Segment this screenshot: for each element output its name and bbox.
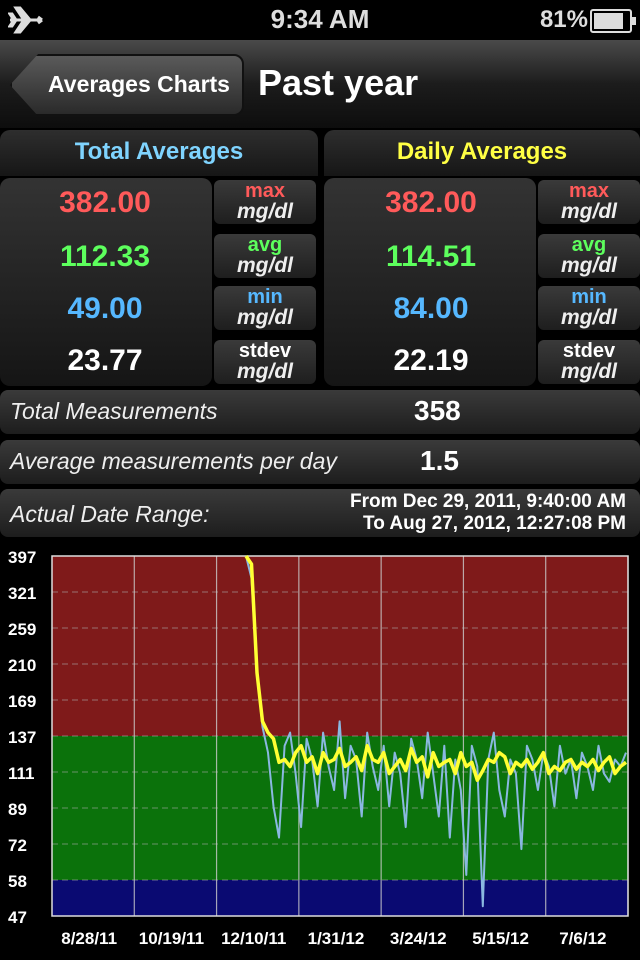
navigation-bar: Averages Charts Past year [0,40,640,129]
y-tick-label: 259 [8,620,36,639]
total-max-unit: max mg/dl [214,180,316,224]
daily-avg-unit: avg mg/dl [538,234,640,278]
x-tick-label: 10/19/11 [139,929,204,948]
date-range-label: Actual Date Range: [10,501,210,527]
x-tick-label: 1/31/12 [308,929,365,948]
y-tick-label: 58 [8,872,27,891]
total-avg-unit: avg mg/dl [214,234,316,278]
avg-per-day-row: Average measurements per day 1.5 [0,440,640,484]
avg-per-day-label: Average measurements per day [10,448,337,474]
y-tick-label: 321 [8,584,36,603]
total-stdev-value: 23.77 [67,344,143,377]
high-zone [52,556,628,736]
daily-averages-header: Daily Averages [324,130,640,176]
y-tick-label: 47 [8,908,27,927]
total-stdev-unit: stdev mg/dl [214,340,316,384]
x-tick-label: 7/6/12 [559,929,606,948]
y-tick-label: 111 [8,764,35,783]
daily-min-value: 84.00 [393,292,469,325]
x-tick-label: 3/24/12 [390,929,447,948]
x-tick-label: 12/10/11 [221,929,286,948]
page-title: Past year [258,62,419,103]
date-to: To Aug 27, 2012, 12:27:08 PM [363,513,626,534]
date-from: From Dec 29, 2011, 9:40:00 AM [350,491,626,512]
daily-stdev-unit: stdev mg/dl [538,340,640,384]
y-tick-label: 89 [8,800,27,819]
y-tick-label: 210 [8,656,36,675]
y-tick-label: 169 [8,692,36,711]
daily-stdev-value: 22.19 [393,344,469,377]
low-zone [52,880,628,916]
y-tick-label: 397 [8,548,36,567]
battery-icon [590,9,636,33]
y-tick-label: 72 [8,836,27,855]
daily-min-unit: min mg/dl [538,286,640,330]
daily-max-unit: max mg/dl [538,180,640,224]
back-button[interactable]: Averages Charts [10,54,244,116]
daily-avg-value: 114.51 [385,240,477,273]
status-bar: 9:34 AM 81% [0,0,640,40]
total-measurements-label: Total Measurements [10,398,218,424]
x-tick-label: 8/28/11 [61,929,117,948]
daily-max-value: 382.00 [385,186,477,219]
y-tick-label: 137 [8,728,36,747]
glucose-chart: 397 321 259 210 169 137 111 89 72 58 47 8/28/11 10/1… [0,540,640,960]
battery-percent: 81% [539,6,588,33]
total-min-unit: min mg/dl [214,286,316,330]
total-measurements-row: Total Measurements 358 [0,390,640,434]
total-averages-header: Total Averages [0,130,318,176]
back-button-label: Averages Charts [48,71,230,97]
date-range-row: Actual Date Range: From Dec 29, 2011, 9:… [0,489,640,537]
total-min-value: 49.00 [67,292,143,325]
total-measurements-value: 358 [414,395,461,426]
total-max-value: 382.00 [59,186,151,219]
total-avg-value: 112.33 [59,240,151,273]
x-tick-label: 5/15/12 [472,929,529,948]
avg-per-day-value: 1.5 [420,445,459,476]
